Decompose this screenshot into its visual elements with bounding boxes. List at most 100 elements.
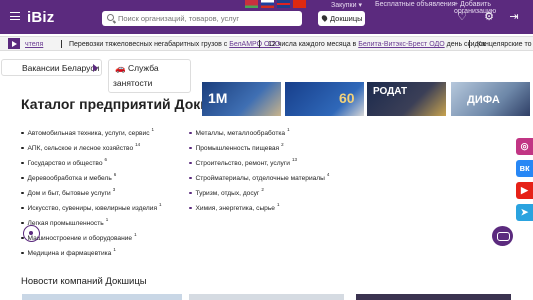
bullet-icon [21, 206, 24, 209]
catalog-item-count: 1 [276, 202, 280, 207]
car-icon: 🚗 [115, 63, 126, 73]
ad-banner-1m[interactable]: 1М [202, 82, 281, 116]
chat-icon[interactable] [492, 226, 513, 246]
catalog-item-count: 4 [326, 172, 330, 177]
instagram-icon[interactable]: ◎ [516, 138, 533, 155]
catalog-item[interactable]: Деревообработка и мебель6 [21, 172, 116, 182]
bullet-icon [189, 131, 192, 134]
news-section-title: Новости компаний Докшицы [21, 276, 147, 287]
bullet-icon [189, 161, 192, 164]
city-label: Докшицы [330, 14, 363, 23]
vacancies-label: Вакансии Беларуси [22, 63, 100, 73]
catalog-item[interactable]: Строительство, ремонт, услуги13 [189, 157, 297, 167]
ticker-link[interactable]: чтеля [25, 41, 43, 48]
location-pin-icon [320, 14, 329, 22]
ticker-link[interactable]: Белита-Витэкс-Брест ОДО [358, 41, 444, 48]
news-ticker: чтеля Перевозки тяжеловесных негабаритны… [0, 36, 533, 51]
vacancies-button[interactable]: Вакансии Беларуси [1, 59, 102, 76]
flag-gb-icon[interactable] [277, 0, 290, 8]
catalog-item[interactable]: Промышленность пищевая2 [189, 142, 284, 152]
employment-service-line1: 🚗 Служба [115, 63, 159, 74]
bullet-icon [189, 146, 192, 149]
catalog-item-count: 14 [135, 142, 141, 147]
play-icon[interactable] [8, 38, 20, 49]
login-icon[interactable]: ⇥ [508, 12, 520, 23]
language-switcher [245, 0, 306, 8]
bullet-icon [21, 221, 24, 224]
ad-banner-rodat[interactable]: РОДАТ [367, 82, 446, 116]
purchases-link[interactable]: Закупки ▾ [331, 1, 362, 9]
catalog-item-count: 1 [113, 247, 116, 252]
catalog-item[interactable]: Химия, энергетика, сырье1 [189, 202, 279, 212]
catalog-item-label: Медицина и фармацевтика [27, 250, 112, 257]
bullet-icon [189, 176, 192, 179]
catalog-item-label: Химия, энергетика, сырье [195, 205, 275, 212]
ticker-divider [61, 40, 62, 48]
news-card[interactable] [356, 294, 511, 300]
catalog-item-label: Машиностроение и оборудование [27, 235, 133, 242]
ticker-text: 12 числа каждого месяца в [268, 41, 359, 48]
telegram-icon[interactable]: ➤ [516, 204, 533, 221]
compare-icon[interactable]: ⚙ [483, 12, 495, 23]
news-card[interactable] [22, 294, 182, 300]
accessibility-ring-icon[interactable] [23, 225, 40, 242]
ad-text: РОДАТ [373, 86, 408, 97]
ad-banner-60[interactable]: 60 [285, 82, 364, 116]
catalog-item-label: Металлы, металлообработка [195, 130, 286, 137]
employment-service-button[interactable]: 🚗 Служба занятости [108, 59, 191, 93]
catalog-item-label: Искусство, сувениры, ювелирные изделия [27, 205, 158, 212]
search-input[interactable] [118, 12, 298, 25]
ticker-item[interactable]: чтеля [25, 38, 43, 50]
catalog-item-label: Автомобильная техника, услуги, сервис [27, 130, 150, 137]
ticker-item[interactable]: 12 числа каждого месяца в Белита-Витэкс-… [268, 38, 486, 50]
employment-service-line2: занятости [113, 78, 153, 88]
catalog-item[interactable]: Дом и быт, бытовые услуги3 [21, 187, 115, 197]
catalog-item[interactable]: Металлы, металлообработка1 [189, 127, 290, 137]
catalog-item-count: 2 [261, 187, 264, 192]
catalog-item-count: 1 [287, 127, 290, 132]
free-ads-link[interactable]: Бесплатные объявления [375, 1, 455, 8]
catalog-item[interactable]: АПК, сельское и лесное хозяйство14 [21, 142, 140, 152]
vk-icon[interactable]: вк [516, 160, 533, 177]
ticker-divider [469, 40, 470, 48]
catalog-item-label: Стройматериалы, отделочные материалы [195, 175, 325, 182]
catalog-item-label: Туризм, отдых, досуг [195, 190, 260, 197]
catalog-item-count: 2 [281, 142, 284, 147]
ad-text: 60 [339, 90, 355, 106]
catalog-item[interactable]: Туризм, отдых, досуг2 [189, 187, 264, 197]
catalog-item-count: 1 [105, 217, 109, 222]
ticker-item[interactable]: Перевозки тяжеловесных негабаритных груз… [69, 38, 280, 50]
site-logo[interactable]: iBiz [27, 9, 54, 26]
ad-banner-difa[interactable]: ДИФА [451, 82, 530, 116]
flag-by-icon[interactable] [245, 0, 258, 8]
catalog-item[interactable]: Государство и общество6 [21, 157, 107, 167]
flag-cn-icon[interactable] [293, 0, 306, 8]
top-header: iBiz Докшицы Закупки ▾ Бесплатные объявл… [0, 0, 533, 34]
catalog-item-label: Дом и быт, бытовые услуги [27, 190, 111, 197]
youtube-icon[interactable]: ▶ [516, 182, 533, 199]
catalog-item-count: 6 [113, 172, 117, 177]
city-selector[interactable]: Докшицы [318, 11, 365, 26]
bullet-icon [21, 176, 24, 179]
search-box[interactable] [102, 11, 302, 26]
search-icon [107, 14, 114, 21]
catalog-item[interactable]: Искусство, сувениры, ювелирные изделия1 [21, 202, 162, 212]
catalog-item[interactable]: Автомобильная техника, услуги, сервис1 [21, 127, 154, 137]
arrow-right-icon [93, 64, 98, 72]
ticker-divider [259, 40, 260, 48]
bullet-icon [21, 191, 24, 194]
catalog-item[interactable]: Медицина и фармацевтика1 [21, 247, 116, 257]
menu-icon[interactable] [10, 12, 20, 20]
news-card[interactable] [189, 294, 344, 300]
bullet-icon [21, 161, 24, 164]
bullet-icon [189, 206, 192, 209]
catalog-item[interactable]: Стройматериалы, отделочные материалы4 [189, 172, 329, 182]
ticker-item[interactable]: Канцелярские то [477, 38, 532, 50]
bullet-icon [189, 191, 192, 194]
flag-ru-icon[interactable] [261, 0, 274, 8]
catalog-item-label: Легкая промышленность [27, 220, 104, 227]
catalog-item-label: Государство и общество [27, 160, 103, 167]
catalog-item-label: АПК, сельское и лесное хозяйство [27, 145, 134, 152]
catalog-item-label: Промышленность пищевая [195, 145, 280, 152]
favorites-icon[interactable]: ♡ [456, 12, 468, 23]
